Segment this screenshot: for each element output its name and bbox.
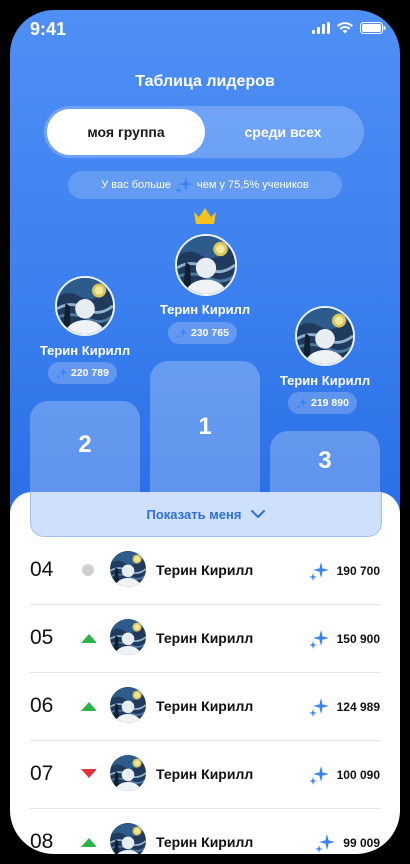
row-name: Терин Кирилл: [156, 834, 254, 850]
avatar-place-3: [295, 306, 355, 366]
leaderboard-row[interactable]: 06 Терин Кирилл 124 989: [30, 674, 380, 741]
row-score-value: 100 090: [336, 768, 380, 782]
chevron-down-icon: [251, 510, 266, 518]
sparkle-icon: [309, 629, 329, 649]
info-text-after: чем у 75,5% учеников: [196, 179, 309, 191]
row-score-value: 124 989: [336, 700, 380, 714]
podium-place-1: 1: [198, 413, 212, 440]
podium-place-3: 3: [318, 447, 332, 474]
status-icons: [312, 22, 386, 34]
row-name: Терин Кирилл: [156, 698, 254, 714]
status-bar: 9:41: [10, 10, 400, 50]
leaderboard-row[interactable]: 05 Терин Кирилл 150 900: [30, 606, 380, 673]
row-score: 100 090: [309, 765, 380, 785]
avatar: [110, 619, 146, 655]
row-rank: 05: [30, 626, 54, 649]
leaderboard-row[interactable]: 07 Терин Кирилл 100 090: [30, 742, 380, 809]
podium-block-2: 2: [30, 401, 140, 501]
podium-score-value-2: 220 789: [71, 367, 109, 379]
show-me-button[interactable]: Показать меня: [30, 492, 382, 537]
podium-name-2: Терин Кирилл: [39, 343, 131, 358]
leaderboard-row[interactable]: 04 Терин Кирилл 190 700: [30, 538, 380, 605]
sparkle-icon: [309, 697, 329, 717]
battery-icon: [360, 22, 386, 34]
device-frame: 9:41 Таблица лидеров моя группа среди вс…: [0, 0, 410, 864]
avatar: [110, 551, 146, 587]
trend-up-icon: [80, 631, 96, 645]
podium-score-2: 220 789: [48, 362, 117, 384]
row-score: 190 700: [309, 561, 380, 581]
info-banner: У вас больше чем у 75,5% учеников: [68, 171, 342, 199]
podium-score-value-3: 219 890: [311, 397, 349, 409]
sparkle-icon: [56, 367, 68, 379]
row-score: 150 900: [309, 629, 380, 649]
podium-score-1: 230 765: [168, 322, 237, 344]
row-score-value: 190 700: [336, 564, 380, 578]
sparkle-icon: [176, 327, 188, 339]
podium-name-1: Терин Кирилл: [159, 302, 251, 317]
trend-up-icon: [80, 699, 96, 713]
podium-score-3: 219 890: [288, 392, 357, 414]
row-score-value: 150 900: [336, 632, 380, 646]
row-name: Терин Кирилл: [156, 630, 254, 646]
page-title: Таблица лидеров: [135, 73, 275, 90]
avatar: [110, 687, 146, 723]
tab-my-group[interactable]: моя группа: [47, 109, 205, 155]
sparkle-icon: [296, 397, 308, 409]
row-name: Терин Кирилл: [156, 562, 254, 578]
row-rank: 06: [30, 694, 54, 717]
row-score: 99 009: [315, 833, 380, 853]
screen: 9:41 Таблица лидеров моя группа среди вс…: [10, 10, 400, 854]
signal-icon: [312, 22, 330, 34]
trend-down-icon: [80, 767, 96, 781]
leaderboard-row[interactable]: 08 Терин Кирилл 99 009: [30, 810, 380, 854]
sparkle-icon: [315, 833, 335, 853]
wifi-icon: [337, 22, 353, 34]
avatar-place-1: [175, 234, 237, 296]
tab-switcher: моя группа среди всех: [44, 106, 364, 158]
status-time: 9:41: [30, 19, 67, 39]
avatar-place-2: [55, 276, 115, 336]
sparkle-icon: [309, 561, 329, 581]
podium-block-3: 3: [270, 431, 380, 501]
row-score-value: 99 009: [343, 836, 380, 850]
podium-score-value-1: 230 765: [191, 327, 229, 339]
podium-place-2: 2: [78, 431, 92, 458]
info-text-before: У вас больше: [101, 179, 171, 191]
avatar: [110, 755, 146, 791]
sparkle-icon: [309, 765, 329, 785]
neutral-dot-icon: [80, 563, 96, 577]
row-rank: 07: [30, 762, 54, 785]
row-rank: 04: [30, 558, 54, 581]
podium-block-1: 1: [150, 361, 260, 501]
row-rank: 08: [30, 830, 54, 853]
row-score: 124 989: [309, 697, 380, 717]
crown-icon: [194, 208, 216, 224]
show-me-label: Показать меня: [146, 506, 242, 522]
sparkle-icon: [175, 176, 193, 194]
podium-name-3: Терин Кирилл: [279, 373, 371, 388]
tab-everyone[interactable]: среди всех: [205, 109, 361, 155]
row-name: Терин Кирилл: [156, 766, 254, 782]
avatar: [110, 823, 146, 854]
trend-up-icon: [80, 835, 96, 849]
